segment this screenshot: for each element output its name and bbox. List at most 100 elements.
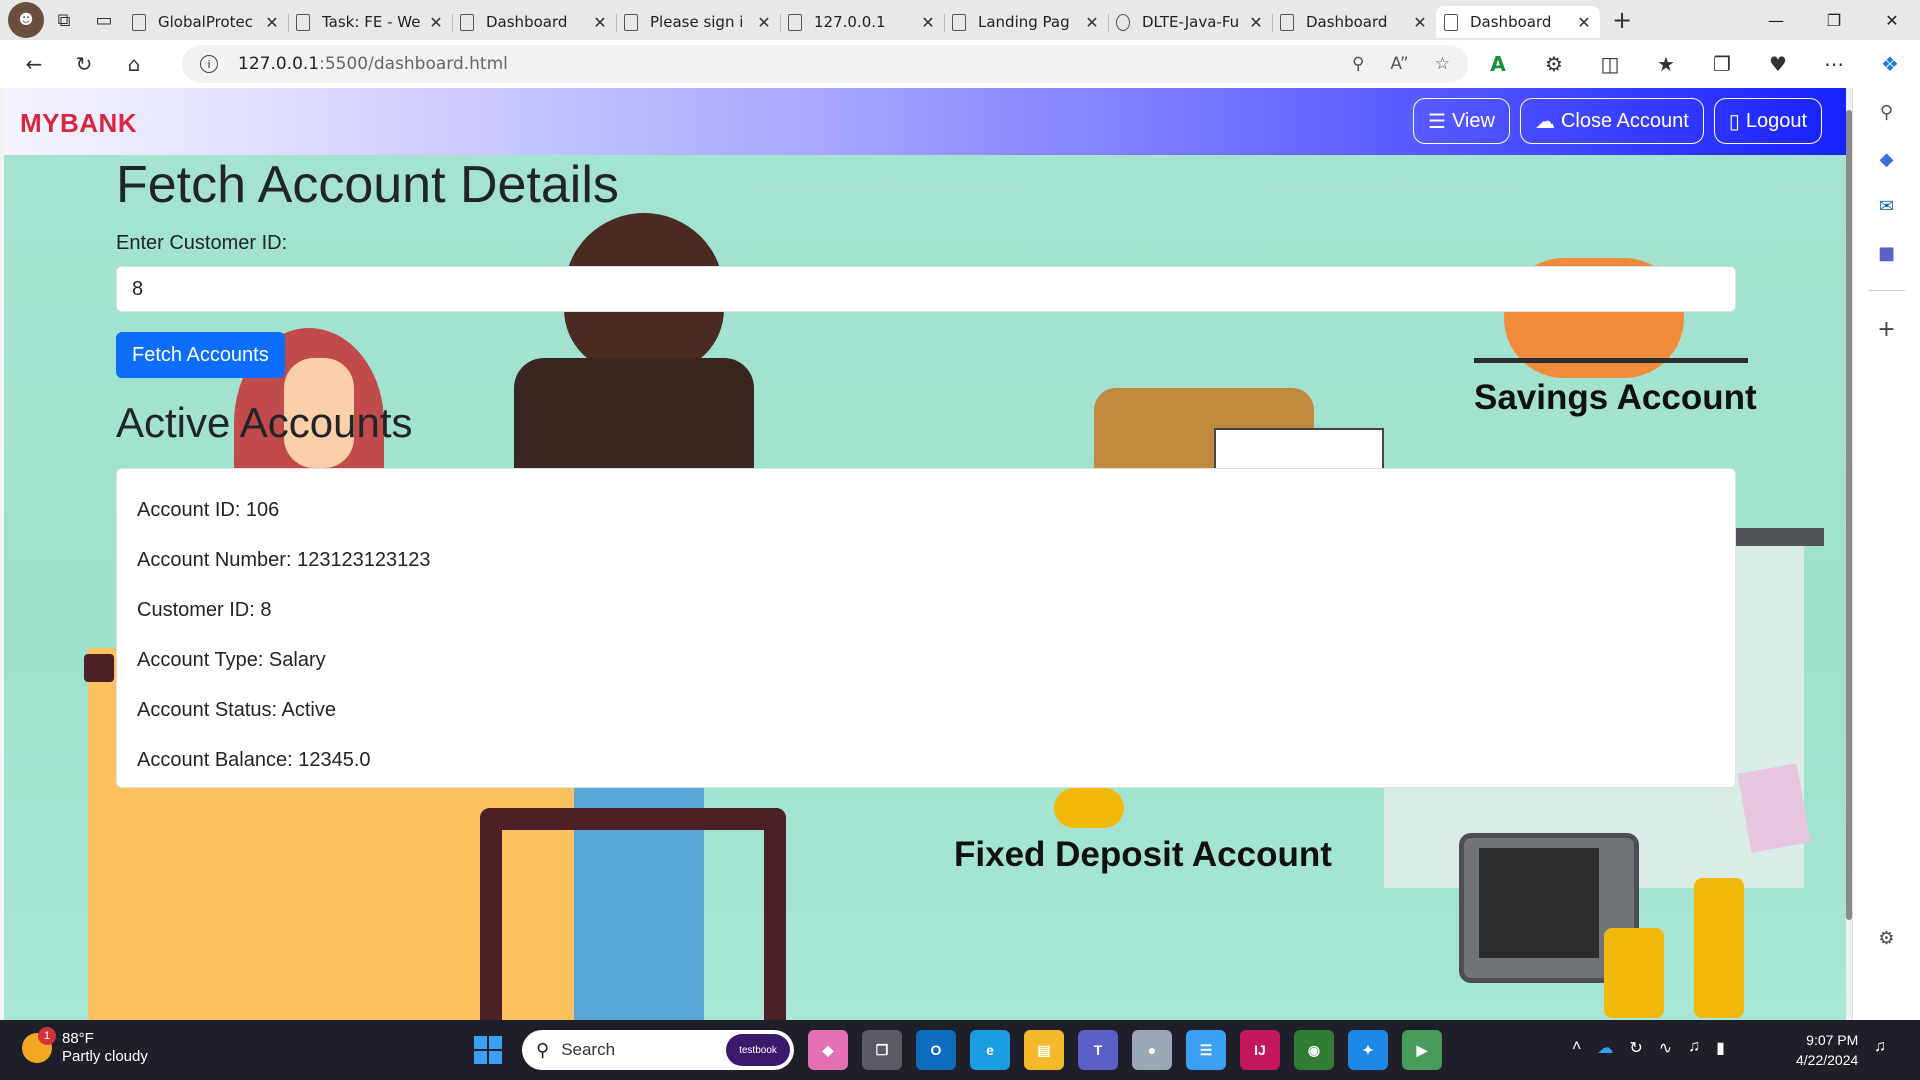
close-tab-icon[interactable]: ✕ bbox=[1248, 13, 1264, 32]
extensions-icon[interactable]: ⚙ bbox=[1536, 52, 1572, 76]
outlook-app-icon[interactable]: O bbox=[916, 1030, 956, 1070]
file-explorer-icon[interactable]: ▤ bbox=[1024, 1030, 1064, 1070]
media-app-icon[interactable]: ▶ bbox=[1402, 1030, 1442, 1070]
browser-tab[interactable]: Please sign i ✕ bbox=[616, 6, 780, 38]
wifi-icon[interactable]: ∿ bbox=[1659, 1038, 1672, 1058]
customer-id-input[interactable] bbox=[116, 266, 1736, 312]
account-status: Account Status: Active bbox=[137, 698, 336, 721]
page-icon bbox=[460, 13, 474, 31]
close-tab-icon[interactable]: ✕ bbox=[756, 13, 772, 32]
chrome-icon[interactable]: ◉ bbox=[1294, 1030, 1334, 1070]
copilot-icon[interactable]: ❖ bbox=[1872, 52, 1908, 76]
page-icon bbox=[296, 13, 310, 31]
close-tab-icon[interactable]: ✕ bbox=[592, 13, 608, 32]
intellij-icon[interactable]: IJ bbox=[1240, 1030, 1280, 1070]
github-icon bbox=[1116, 13, 1130, 31]
brand-logo[interactable]: MYBANK bbox=[20, 108, 137, 139]
cloud-upload-icon: ☁ bbox=[1534, 110, 1555, 133]
page-scrollbar[interactable] bbox=[1846, 88, 1852, 1020]
temperature: 88°F bbox=[62, 1030, 94, 1047]
db-app-icon[interactable]: ● bbox=[1132, 1030, 1172, 1070]
account-number: Account Number: 123123123123 bbox=[137, 548, 431, 571]
teams-app-icon[interactable]: T bbox=[1078, 1030, 1118, 1070]
notepad-icon[interactable]: ☰ bbox=[1186, 1030, 1226, 1070]
browser-tab[interactable]: Dashboard ✕ bbox=[452, 6, 616, 38]
address-bar-row: ← ↻ ⌂ i 127.0.0.1:5500/dashboard.html ⚲ … bbox=[0, 40, 1920, 88]
view-button[interactable]: ☰ View bbox=[1413, 98, 1510, 144]
fetch-accounts-button[interactable]: Fetch Accounts bbox=[116, 332, 285, 378]
view-button-label: View bbox=[1451, 109, 1495, 132]
browser-tab[interactable]: Task: FE - We ✕ bbox=[288, 6, 452, 38]
account-type: Account Type: Salary bbox=[137, 648, 326, 671]
browser-tab[interactable]: GlobalProtec ✕ bbox=[124, 6, 288, 38]
logout-button[interactable]: ▯ Logout bbox=[1713, 98, 1822, 144]
read-aloud-icon[interactable]: A” bbox=[1390, 54, 1408, 74]
savings-account-label: Savings Account bbox=[1474, 378, 1757, 417]
close-tab-icon[interactable]: ✕ bbox=[428, 13, 444, 32]
account-customer-id: Customer ID: 8 bbox=[137, 598, 272, 621]
task-view-icon[interactable]: ❐ bbox=[862, 1030, 902, 1070]
workspaces-icon[interactable]: ⧉ bbox=[44, 0, 84, 40]
home-icon[interactable]: ⌂ bbox=[114, 44, 154, 84]
volume-muted-icon[interactable]: ♫ bbox=[1688, 1038, 1700, 1058]
clock[interactable]: 9:07 PM 4/22/2024 bbox=[1796, 1030, 1858, 1070]
split-screen-icon[interactable]: ◫ bbox=[1592, 52, 1628, 76]
back-icon[interactable]: ← bbox=[14, 44, 54, 84]
notification-badge: 1 bbox=[38, 1027, 56, 1045]
more-options-icon[interactable]: ⋯ bbox=[1816, 52, 1852, 76]
scrollbar-thumb[interactable] bbox=[1846, 110, 1852, 920]
start-button[interactable] bbox=[474, 1036, 502, 1064]
outlook-icon[interactable]: ✉ bbox=[1879, 196, 1894, 217]
copilot-app-icon[interactable]: ◆ bbox=[808, 1030, 848, 1070]
vscode-icon[interactable]: ✦ bbox=[1348, 1030, 1388, 1070]
new-tab-button[interactable]: + bbox=[1600, 0, 1644, 40]
chair-illustration bbox=[480, 808, 786, 1020]
tab-actions-icon[interactable]: ▭ bbox=[84, 0, 124, 40]
profile-avatar[interactable]: ☻ bbox=[8, 2, 44, 38]
search-icon[interactable]: ⚲ bbox=[1880, 102, 1893, 123]
close-tab-icon[interactable]: ✕ bbox=[920, 13, 936, 32]
browser-tab[interactable]: Dashboard ✕ bbox=[1272, 6, 1436, 38]
close-tab-icon[interactable]: ✕ bbox=[264, 13, 280, 32]
teams-icon[interactable]: ■ bbox=[1878, 243, 1895, 264]
browser-tab[interactable]: Landing Pag ✕ bbox=[944, 6, 1108, 38]
chevron-up-icon[interactable]: ˄ bbox=[1572, 1038, 1581, 1058]
account-card: Account ID: 106 Account Number: 12312312… bbox=[116, 468, 1736, 788]
taskbar-search[interactable]: ⚲ Search testbook bbox=[522, 1030, 794, 1070]
coin-stack-illustration bbox=[1694, 878, 1744, 1018]
browser-tab-active[interactable]: Dashboard ✕ bbox=[1436, 6, 1600, 38]
weather-widget[interactable]: 1 88°F Partly cloudy bbox=[22, 1027, 148, 1066]
refresh-icon[interactable]: ↻ bbox=[64, 44, 104, 84]
browser-tab[interactable]: DLTE-Java-Fu ✕ bbox=[1108, 6, 1272, 38]
close-tab-icon[interactable]: ✕ bbox=[1576, 13, 1592, 32]
add-icon[interactable]: + bbox=[1877, 317, 1895, 342]
restore-icon[interactable]: ❐ bbox=[1806, 0, 1862, 40]
settings-icon[interactable]: ⚙ bbox=[1878, 928, 1894, 949]
collections-icon[interactable]: ❐ bbox=[1704, 52, 1740, 76]
close-account-button[interactable]: ☁ Close Account bbox=[1519, 98, 1704, 144]
password-key-icon[interactable]: ⚲ bbox=[1352, 54, 1364, 74]
onedrive-icon[interactable]: ☁ bbox=[1597, 1038, 1613, 1058]
tab-title: Please sign i bbox=[650, 13, 744, 31]
edge-app-icon[interactable]: e bbox=[970, 1030, 1010, 1070]
address-bar[interactable]: i 127.0.0.1:5500/dashboard.html ⚲ A” ☆ bbox=[182, 45, 1468, 83]
shelf-illustration bbox=[1474, 358, 1748, 363]
close-tab-icon[interactable]: ✕ bbox=[1412, 13, 1428, 32]
browser-essentials-icon[interactable]: ♥ bbox=[1760, 52, 1796, 76]
page-title: Fetch Account Details bbox=[116, 156, 619, 214]
favorites-icon[interactable]: ★ bbox=[1648, 52, 1684, 76]
close-window-icon[interactable]: ✕ bbox=[1864, 0, 1920, 40]
coin-pile-illustration bbox=[1054, 788, 1124, 828]
fixed-deposit-label: Fixed Deposit Account bbox=[954, 835, 1332, 874]
copilot-sidebar-icon[interactable]: ◆ bbox=[1880, 149, 1894, 170]
notification-bell-icon[interactable]: ♫ bbox=[1874, 1038, 1886, 1056]
sync-icon[interactable]: ↻ bbox=[1629, 1038, 1642, 1058]
browser-tab[interactable]: 127.0.0.1 ✕ bbox=[780, 6, 944, 38]
account-balance: Account Balance: 12345.0 bbox=[137, 748, 371, 771]
close-tab-icon[interactable]: ✕ bbox=[1084, 13, 1100, 32]
extension-a-icon[interactable]: A bbox=[1480, 52, 1516, 76]
minimize-icon[interactable]: — bbox=[1748, 0, 1804, 40]
favorite-star-icon[interactable]: ☆ bbox=[1435, 54, 1450, 74]
site-info-icon[interactable]: i bbox=[200, 55, 218, 73]
battery-icon[interactable]: ▮ bbox=[1716, 1038, 1725, 1058]
